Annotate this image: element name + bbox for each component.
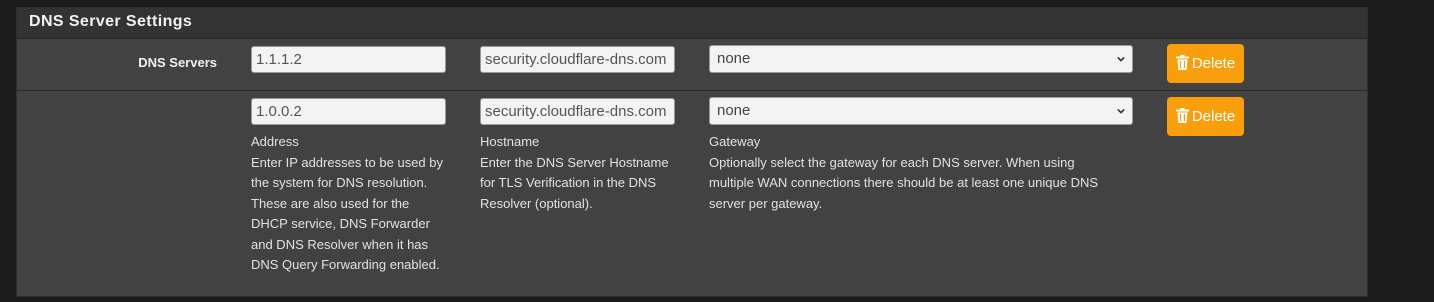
dns-server-row: DNS Servers 1.1.1.2 security.cloudflare-… — [17, 39, 1367, 91]
delete-button-label: Delete — [1191, 108, 1236, 125]
delete-button[interactable]: Delete — [1167, 44, 1244, 83]
dns-server-row: 1.0.0.2 security.cloudflare-dns.com none… — [17, 92, 1367, 302]
trash-icon — [1175, 108, 1189, 123]
gateway-help-title: Gateway — [709, 134, 761, 149]
dns-server-settings-panel: DNS Server Settings DNS Servers 1.1.1.2 … — [16, 7, 1368, 297]
hostname-input[interactable]: security.cloudflare-dns.com — [480, 98, 675, 125]
trash-icon — [1175, 55, 1189, 70]
panel-title: DNS Server Settings — [17, 8, 1367, 39]
gateway-select[interactable]: none — [709, 45, 1133, 73]
address-help-title: Address — [251, 134, 299, 149]
chevron-down-icon — [1117, 108, 1125, 114]
gateway-select-value: none — [717, 50, 751, 67]
hostname-help-title: Hostname — [480, 134, 540, 149]
hostname-help: Hostname Enter the DNS Server Hostname f… — [480, 132, 680, 214]
dns-servers-label: DNS Servers — [138, 55, 217, 70]
address-input[interactable]: 1.0.0.2 — [251, 98, 446, 125]
gateway-select-value: none — [717, 102, 751, 119]
gateway-select[interactable]: none — [709, 97, 1133, 125]
address-help: Address Enter IP addresses to be used by… — [251, 132, 446, 276]
chevron-down-icon — [1117, 56, 1125, 62]
hostname-help-text: Enter the DNS Server Hostname for TLS Ve… — [480, 154, 669, 211]
address-help-text: Enter IP addresses to be used by the sys… — [251, 154, 443, 273]
delete-button-label: Delete — [1191, 55, 1236, 72]
address-input[interactable]: 1.1.1.2 — [251, 46, 446, 73]
delete-button[interactable]: Delete — [1167, 97, 1244, 136]
hostname-input[interactable]: security.cloudflare-dns.com — [480, 46, 675, 73]
gateway-help-text: Optionally select the gateway for each D… — [709, 154, 1099, 211]
gateway-help: Gateway Optionally select the gateway fo… — [709, 132, 1114, 214]
